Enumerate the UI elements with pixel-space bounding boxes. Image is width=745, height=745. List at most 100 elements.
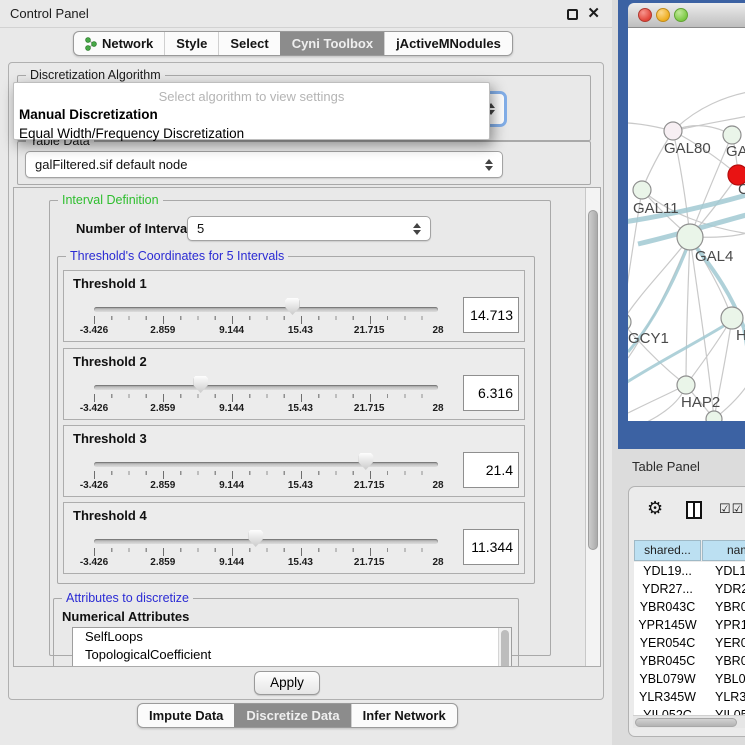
combo-arrows-icon <box>485 159 494 171</box>
table-row[interactable]: YBR043CYBR04 <box>634 598 745 616</box>
node-h[interactable] <box>721 307 743 329</box>
tab-impute-label: Impute Data <box>149 704 223 727</box>
tab-cyni-toolbox[interactable]: Cyni Toolbox <box>280 32 384 55</box>
slider-major-ticks <box>94 394 439 402</box>
threshold-4-slider: -3.426 2.859 9.144 15.43 21.715 28 <box>94 503 438 573</box>
slider-thumb[interactable] <box>358 453 373 470</box>
network-graph: GAL80 GA C GAL11 GAL4 GCY1 H HAP2 <box>628 28 745 421</box>
tab-jactivemnodules[interactable]: jActiveMNodules <box>384 32 512 55</box>
float-window-icon[interactable] <box>567 9 578 20</box>
label-g: GA <box>726 143 745 160</box>
node-hap2[interactable] <box>677 376 695 394</box>
list-scrollbar[interactable] <box>498 628 511 667</box>
table-panel-title: Table Panel <box>632 459 700 474</box>
table-row[interactable]: YPR145WYPR14 <box>634 616 745 634</box>
attributes-group-label: Attributes to discretize <box>62 591 193 605</box>
slider-thumb[interactable] <box>285 298 300 315</box>
threshold-1-value-field[interactable]: 14.713 <box>463 297 519 333</box>
table-row[interactable]: YDR27...YDR27 <box>634 580 745 598</box>
cyni-toolbox-content: Discretization Algorithm Select algorith… <box>8 62 604 700</box>
slider-major-ticks <box>94 471 439 479</box>
zoom-traffic-light-icon[interactable] <box>674 8 688 22</box>
tab-style-label: Style <box>176 32 207 55</box>
tab-network[interactable]: Network <box>74 32 164 55</box>
threshold-2-panel: Threshold 2 -3.426 2.859 9.144 15.43 21.… <box>63 348 525 420</box>
settings-scrollbar[interactable] <box>585 188 600 666</box>
threshold-3-slider: -3.426 2.859 9.144 15.43 21.715 28 <box>94 426 438 496</box>
list-item[interactable]: TopologicalCoefficient <box>73 646 511 664</box>
label-gal11: GAL11 <box>633 200 679 217</box>
table-row[interactable]: YBR045CYBR04 <box>634 652 745 670</box>
checkbox-icons[interactable]: ☑☑ <box>719 501 744 517</box>
column-layout-icon[interactable] <box>686 501 702 519</box>
table-row[interactable]: YLR345WYLR34 <box>634 688 745 706</box>
list-item[interactable]: BetweennessCentrality <box>73 664 511 667</box>
table-row[interactable]: YDL19...YDL19 <box>634 562 745 580</box>
tab-infer-network[interactable]: Infer Network <box>351 704 457 727</box>
table-horizontal-scrollbar[interactable] <box>633 715 745 728</box>
dropdown-option-equal-width[interactable]: Equal Width/Frequency Discretization <box>14 123 489 142</box>
tab-impute-data[interactable]: Impute Data <box>138 704 234 727</box>
list-item[interactable]: SelfLoops <box>73 628 511 646</box>
tab-select[interactable]: Select <box>218 32 279 55</box>
threshold-3-value-field[interactable]: 21.4 <box>463 452 519 488</box>
network-icon <box>85 37 97 51</box>
node-gal11[interactable] <box>633 181 651 199</box>
tab-select-label: Select <box>230 32 268 55</box>
threshold-2-slider: -3.426 2.859 9.144 15.43 21.715 28 <box>94 349 438 419</box>
table-data-combobox[interactable]: galFiltered.sif default node <box>25 151 503 178</box>
close-traffic-light-icon[interactable] <box>638 8 652 22</box>
slider-track[interactable] <box>94 539 438 544</box>
tab-jactive-label: jActiveMNodules <box>396 32 501 55</box>
minimize-traffic-light-icon[interactable] <box>656 8 670 22</box>
network-window-titlebar[interactable] <box>628 3 745 28</box>
number-of-intervals-combobox[interactable]: 5 <box>187 216 431 241</box>
column-header-name[interactable]: name <box>702 540 745 561</box>
node-gcy1[interactable] <box>628 313 631 331</box>
thresholds-group-label: Threshold's Coordinates for 5 Intervals <box>66 249 288 263</box>
numerical-attributes-list[interactable]: SelfLoops TopologicalCoefficient Between… <box>72 627 512 667</box>
dropdown-hint-item[interactable]: Select algorithm to view settings <box>14 83 489 104</box>
dropdown-option-manual[interactable]: Manual Discretization <box>14 104 489 123</box>
gear-icon[interactable]: ⚙ <box>647 498 663 519</box>
interval-definition-label: Interval Definition <box>58 193 163 207</box>
table-row[interactable]: YIL052CYIL05 <box>634 706 745 715</box>
slider-track[interactable] <box>94 307 438 312</box>
panel-title: Control Panel <box>10 0 89 28</box>
table-row[interactable]: YER054CYER05 <box>634 634 745 652</box>
node-bottom[interactable] <box>706 411 722 421</box>
label-gcy1: GCY1 <box>628 330 669 347</box>
threshold-4-panel: Threshold 4 -3.426 2.859 9.144 15.43 21.… <box>63 502 525 574</box>
bottom-tab-bar: Impute Data Discretize Data Infer Networ… <box>137 703 458 728</box>
slider-major-ticks <box>94 548 439 556</box>
control-panel: Control Panel ✕ Network Style Select Cyn… <box>0 0 612 745</box>
numerical-attributes-label: Numerical Attributes <box>62 609 189 624</box>
node-g[interactable] <box>723 126 741 144</box>
column-header-shared[interactable]: shared... <box>634 540 701 561</box>
slider-track[interactable] <box>94 385 438 390</box>
tab-infer-label: Infer Network <box>363 704 446 727</box>
scrollbar-thumb[interactable] <box>588 210 598 550</box>
tab-discretize-data[interactable]: Discretize Data <box>234 704 350 727</box>
control-panel-titlebar: Control Panel ✕ <box>0 0 612 28</box>
threshold-3-panel: Threshold 3 -3.426 2.859 9.144 15.43 21.… <box>63 425 525 497</box>
slider-thumb[interactable] <box>248 530 263 547</box>
threshold-2-value-field[interactable]: 6.316 <box>463 375 519 411</box>
node-gal80[interactable] <box>664 122 682 140</box>
threshold-4-value-field[interactable]: 11.344 <box>463 529 519 565</box>
tab-cyni-label: Cyni Toolbox <box>292 32 373 55</box>
slider-major-ticks <box>94 316 439 324</box>
apply-button[interactable]: Apply <box>254 671 320 695</box>
network-canvas[interactable]: GAL80 GA C GAL11 GAL4 GCY1 H HAP2 <box>628 28 745 421</box>
node-table[interactable]: YDL19...YDL19 YDR27...YDR27 YBR043CYBR04… <box>634 562 745 715</box>
label-hap2: HAP2 <box>681 394 720 411</box>
scrollbar-thumb[interactable] <box>635 718 737 727</box>
slider-track[interactable] <box>94 462 438 467</box>
slider-thumb[interactable] <box>193 376 208 393</box>
node-gal4[interactable] <box>677 224 703 250</box>
algorithm-dropdown-popup: Select algorithm to view settings Manual… <box>13 82 490 140</box>
settings-scrollpane: Interval Definition Number of Intervals … <box>13 187 601 667</box>
table-row[interactable]: YBL079WYBL07 <box>634 670 745 688</box>
tab-style[interactable]: Style <box>164 32 218 55</box>
close-icon[interactable]: ✕ <box>587 4 600 22</box>
